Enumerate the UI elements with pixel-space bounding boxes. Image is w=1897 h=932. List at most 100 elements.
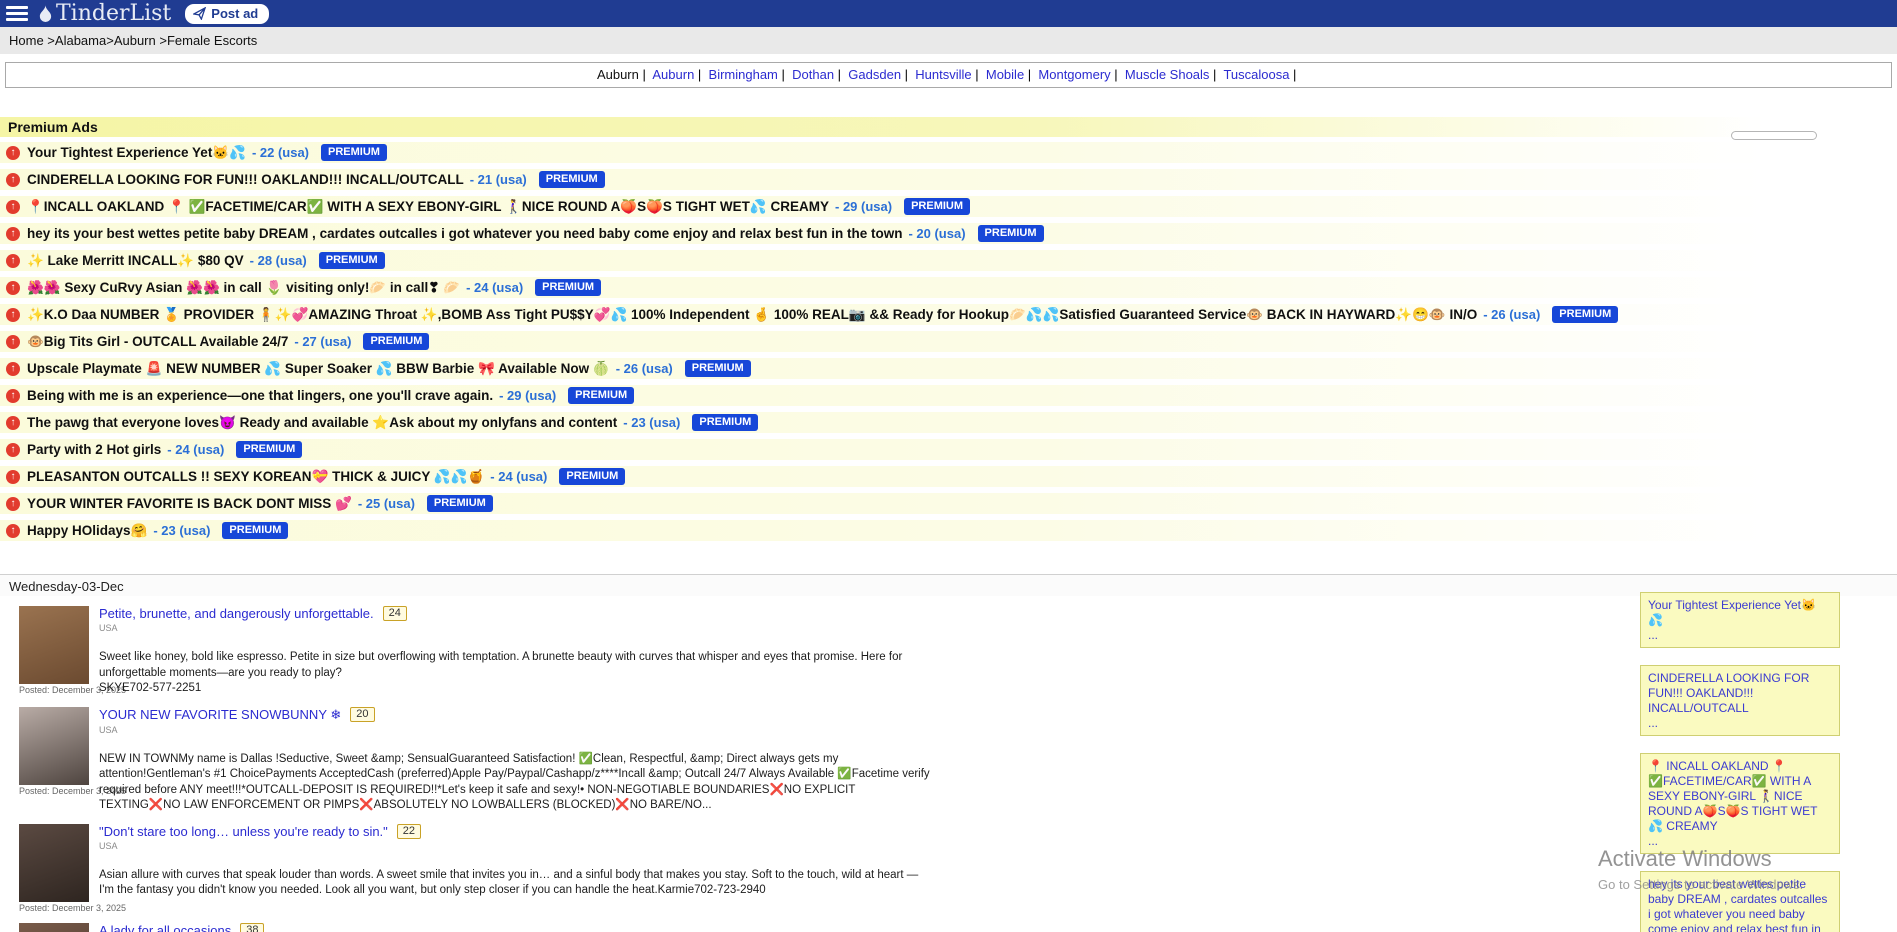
sidebar-ad-title[interactable]: Your Tightest Experience Yet🐱 💦 (1648, 598, 1832, 628)
premium-ad-row[interactable]: ↑ 📍INCALL OAKLAND 📍 ✅FACETIME/CAR✅ WITH … (0, 196, 1897, 217)
premium-ad-row[interactable]: ↑ 🌺🌺 Sexy CuRvy Asian 🌺🌺 in call 🌷 visit… (0, 277, 1897, 298)
premium-ad-title[interactable]: The pawg that everyone loves😈 Ready and … (27, 415, 617, 431)
sidebar-ad-card[interactable]: hey its your best wettes petite baby DRE… (1640, 871, 1840, 932)
city-link[interactable]: Auburn (652, 67, 694, 82)
city-separator: | (972, 67, 983, 82)
listing-photo[interactable] (19, 824, 89, 902)
premium-ad-title[interactable]: PLEASANTON OUTCALLS !! SEXY KOREAN💝 THIC… (27, 469, 484, 485)
premium-badge: PREMIUM (685, 360, 751, 377)
premium-ad-row[interactable]: ↑ Your Tightest Experience Yet🐱💦 - 22 (u… (0, 142, 1897, 163)
premium-ad-row[interactable]: ↑ YOUR WINTER FAVORITE IS BACK DONT MISS… (0, 493, 1897, 514)
listing-posted-date: Posted: December 3, 2025 (19, 685, 89, 695)
city-link[interactable]: Muscle Shoals (1125, 67, 1210, 82)
listing-posted-date: Posted: December 3, 2025 (19, 786, 89, 796)
city-link[interactable]: Mobile (986, 67, 1024, 82)
premium-ad-title[interactable]: ✨K.O Daa NUMBER 🏅 PROVIDER 🧍✨💞AMAZING Th… (27, 307, 1477, 323)
premium-ad-title[interactable]: Upscale Playmate 🚨 NEW NUMBER 💦 Super So… (27, 361, 610, 377)
premium-ad-age: - 28 (usa) (250, 253, 307, 268)
listing-photo[interactable] (19, 606, 89, 684)
sidebar-ad-title[interactable]: 📍 INCALL OAKLAND 📍 ✅FACETIME/CAR✅ WITH A… (1648, 759, 1832, 834)
listing-photo[interactable] (19, 923, 89, 932)
breadcrumb-link[interactable]: Alabama (55, 33, 106, 48)
breadcrumb-link[interactable]: Home (9, 33, 44, 48)
sidebar-ad-card[interactable]: CINDERELLA LOOKING FOR FUN!!! OAKLAND!!!… (1640, 665, 1840, 736)
premium-ad-title[interactable]: YOUR WINTER FAVORITE IS BACK DONT MISS 💕 (27, 496, 352, 512)
listing-posted-date: Posted: December 3, 2025 (19, 903, 89, 913)
city-link[interactable]: Gadsden (848, 67, 901, 82)
up-arrow-icon: ↑ (6, 362, 20, 376)
city-separator: | (694, 67, 705, 82)
premium-ad-title[interactable]: 🌺🌺 Sexy CuRvy Asian 🌺🌺 in call 🌷 visitin… (27, 280, 460, 296)
premium-ad-title[interactable]: 🐵Big Tits Girl - OUTCALL Available 24/7 (27, 334, 288, 350)
city-separator: | (1111, 67, 1122, 82)
menu-icon[interactable] (6, 6, 28, 21)
premium-ad-row[interactable]: ↑ Upscale Playmate 🚨 NEW NUMBER 💦 Super … (0, 358, 1897, 379)
premium-sidebar: Your Tightest Experience Yet🐱 💦 ... CIND… (1640, 592, 1840, 932)
premium-ad-title[interactable]: Happy HOlidays🤗 (27, 523, 147, 539)
sidebar-ad-card[interactable]: Your Tightest Experience Yet🐱 💦 ... (1640, 592, 1840, 648)
sidebar-ad-title[interactable]: hey its your best wettes petite baby DRE… (1648, 877, 1832, 932)
up-arrow-icon: ↑ (6, 200, 20, 214)
premium-ad-row[interactable]: ↑ Happy HOlidays🤗 - 23 (usa) PREMIUM (0, 520, 1897, 541)
listing-title-link[interactable]: "Don't stare too long… unless you're rea… (99, 824, 388, 839)
listings-list: Posted: December 3, 2025 Petite, brunett… (0, 606, 1897, 932)
premium-ad-age: - 29 (usa) (499, 388, 556, 403)
premium-ad-title[interactable]: 📍INCALL OAKLAND 📍 ✅FACETIME/CAR✅ WITH A … (27, 199, 829, 215)
premium-ad-row[interactable]: ↑ Being with me is an experience—one tha… (0, 385, 1897, 406)
post-ad-label: Post ad (211, 6, 258, 21)
listing-description: NEW IN TOWNMy name is Dallas !Seductive,… (99, 752, 934, 814)
city-link[interactable]: Dothan (792, 67, 834, 82)
listing-row: Posted: December 3, 2025 YOUR NEW FAVORI… (19, 707, 1897, 814)
city-link[interactable]: Birmingham (709, 67, 778, 82)
listings-section: Wednesday-03-Dec Posted: December 3, 202… (0, 574, 1897, 932)
premium-badge: PREMIUM (978, 225, 1044, 242)
city-link[interactable]: Montgomery (1038, 67, 1110, 82)
city-separator: | (1209, 67, 1220, 82)
premium-ad-row[interactable]: ↑ The pawg that everyone loves😈 Ready an… (0, 412, 1897, 433)
premium-badge: PREMIUM (559, 468, 625, 485)
premium-ad-title[interactable]: ✨ Lake Merritt INCALL✨ $80 QV (27, 253, 244, 269)
breadcrumb-link[interactable]: Auburn (114, 33, 156, 48)
listing-photo[interactable] (19, 707, 89, 785)
site-logo-text: TinderList (56, 3, 171, 25)
up-arrow-icon: ↑ (6, 416, 20, 430)
breadcrumb: Home > Alabama> Auburn > Female Escorts (0, 27, 1897, 54)
listing-age-badge: 38 (240, 923, 264, 932)
breadcrumb-separator: > (44, 33, 55, 48)
site-logo[interactable]: TinderList (38, 3, 171, 25)
listing-thumb-wrap: Posted: December 3, 2025 (19, 824, 89, 913)
premium-ad-title[interactable]: Being with me is an experience—one that … (27, 388, 493, 403)
up-arrow-icon: ↑ (6, 281, 20, 295)
city-link[interactable]: Huntsville (915, 67, 971, 82)
premium-ad-row[interactable]: ↑ Party with 2 Hot girls - 24 (usa) PREM… (0, 439, 1897, 460)
premium-ad-row[interactable]: ↑ ✨K.O Daa NUMBER 🏅 PROVIDER 🧍✨💞AMAZING … (0, 304, 1897, 325)
listing-title-link[interactable]: YOUR NEW FAVORITE SNOWBUNNY ❄ (99, 707, 341, 723)
premium-ad-row[interactable]: ↑ hey its your best wettes petite baby D… (0, 223, 1897, 244)
premium-ads-heading: Premium Ads (0, 117, 1897, 137)
premium-badge: PREMIUM (539, 171, 605, 188)
premium-badge: PREMIUM (321, 144, 387, 161)
premium-ad-age: - 24 (usa) (466, 280, 523, 295)
sidebar-ad-title[interactable]: CINDERELLA LOOKING FOR FUN!!! OAKLAND!!!… (1648, 671, 1832, 716)
premium-ad-title[interactable]: Party with 2 Hot girls (27, 442, 161, 457)
premium-badge: PREMIUM (363, 333, 429, 350)
city-link[interactable]: Auburn (597, 67, 639, 82)
sidebar-ad-card[interactable]: 📍 INCALL OAKLAND 📍 ✅FACETIME/CAR✅ WITH A… (1640, 753, 1840, 854)
premium-ad-title[interactable]: Your Tightest Experience Yet🐱💦 (27, 145, 246, 161)
city-link[interactable]: Tuscaloosa (1223, 67, 1289, 82)
premium-ad-title[interactable]: CINDERELLA LOOKING FOR FUN!!! OAKLAND!!!… (27, 172, 464, 187)
scrollbar-thumb[interactable] (1731, 131, 1817, 140)
breadcrumb-link[interactable]: Female Escorts (167, 33, 257, 48)
up-arrow-icon: ↑ (6, 335, 20, 349)
post-ad-button[interactable]: Post ad (185, 4, 269, 24)
premium-ad-title[interactable]: hey its your best wettes petite baby DRE… (27, 226, 902, 241)
listing-title-link[interactable]: A lady for all occasions (99, 923, 231, 932)
premium-badge: PREMIUM (319, 252, 385, 269)
premium-ad-row[interactable]: ↑ 🐵Big Tits Girl - OUTCALL Available 24/… (0, 331, 1897, 352)
premium-ad-row[interactable]: ↑ ✨ Lake Merritt INCALL✨ $80 QV - 28 (us… (0, 250, 1897, 271)
premium-ad-row[interactable]: ↑ CINDERELLA LOOKING FOR FUN!!! OAKLAND!… (0, 169, 1897, 190)
city-separator: | (901, 67, 912, 82)
listing-title-link[interactable]: Petite, brunette, and dangerously unforg… (99, 606, 374, 621)
premium-ad-row[interactable]: ↑ PLEASANTON OUTCALLS !! SEXY KOREAN💝 TH… (0, 466, 1897, 487)
premium-ad-age: - 26 (usa) (1483, 307, 1540, 322)
